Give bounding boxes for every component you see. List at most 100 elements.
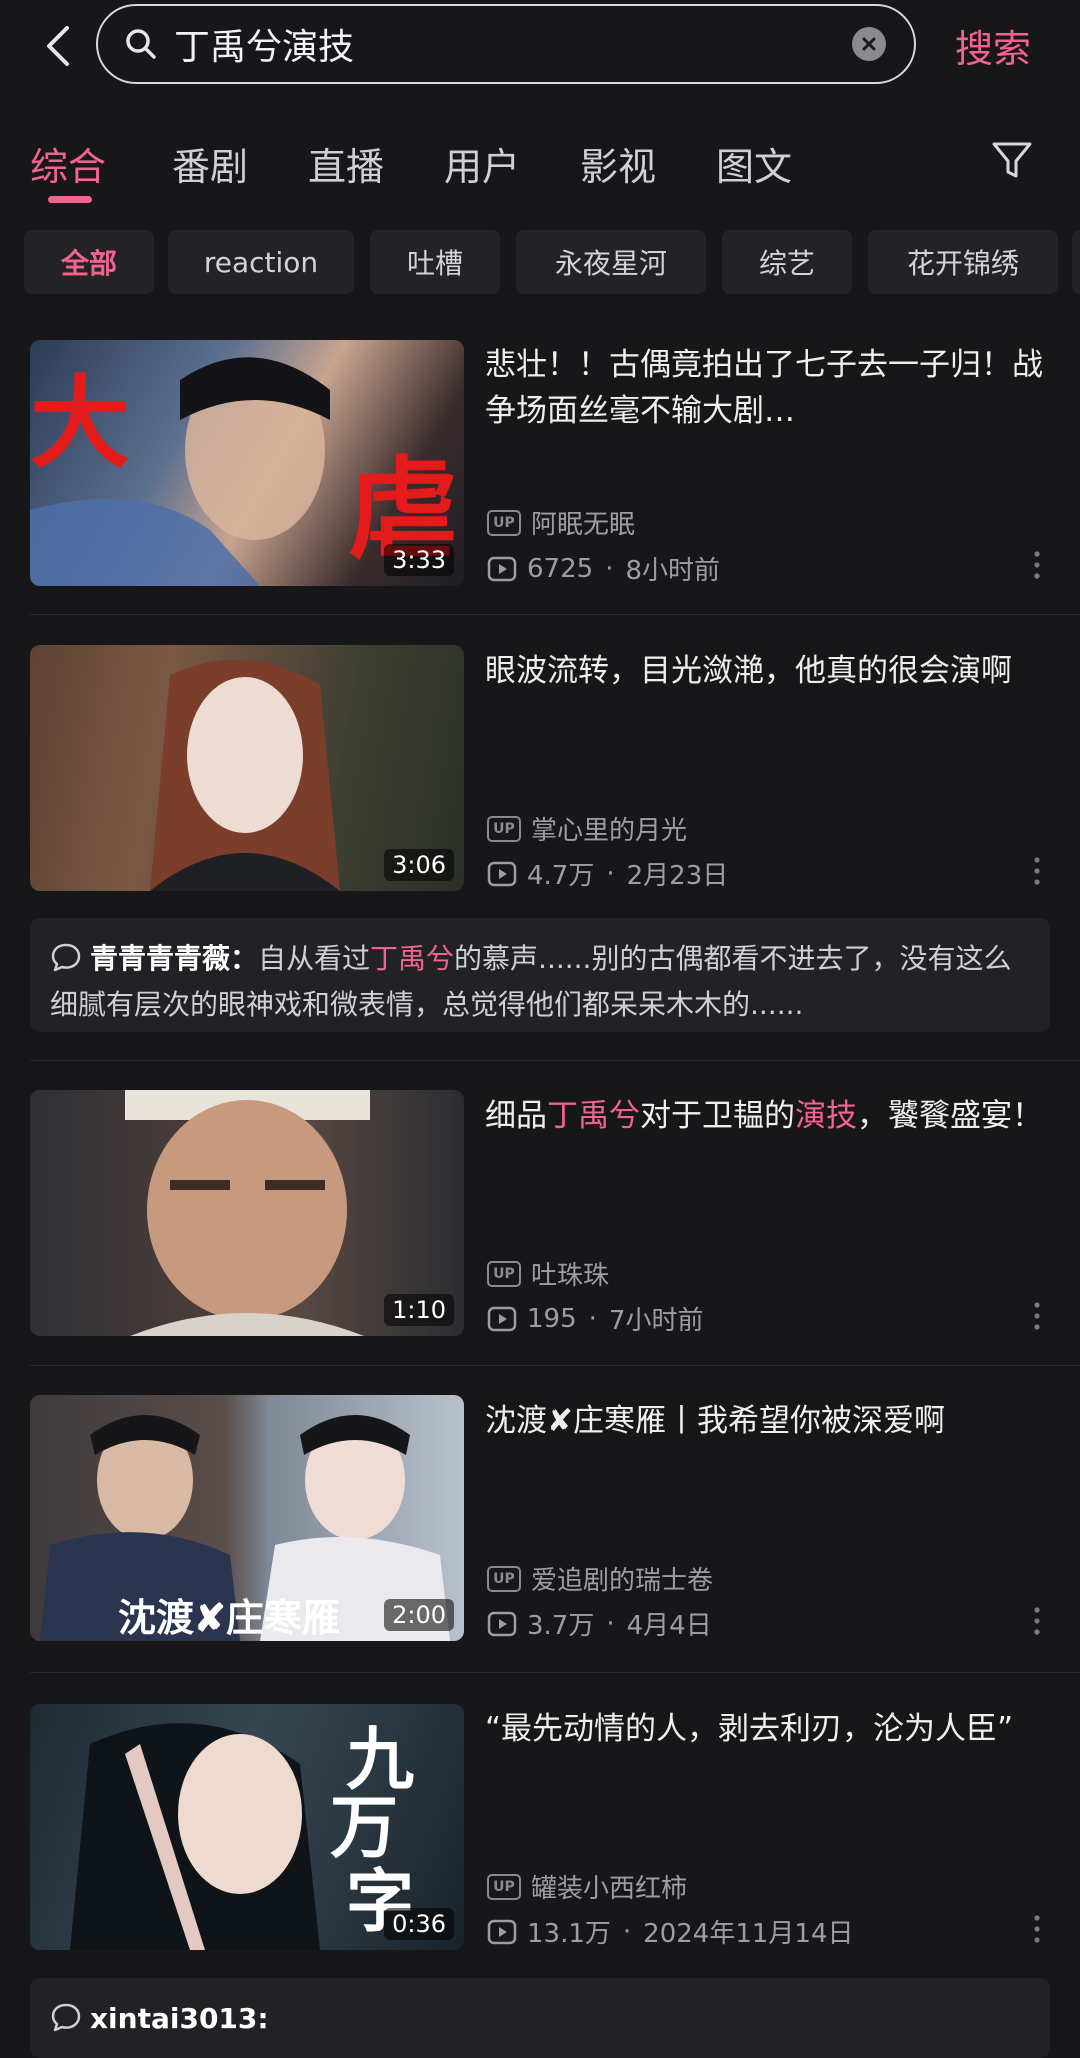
stats-row: 4.7万 · 2月23日 xyxy=(487,855,728,892)
play-count-icon xyxy=(487,556,517,581)
uploader-name[interactable]: 阿眠无眠 xyxy=(531,504,635,541)
view-count: 195 xyxy=(527,1303,577,1334)
play-count-icon xyxy=(487,1611,517,1636)
divider xyxy=(30,1672,1080,1673)
view-count: 3.7万 xyxy=(527,1611,595,1641)
search-input[interactable]: 丁禹兮演技 xyxy=(174,18,852,70)
duration-badge: 3:06 xyxy=(384,849,454,881)
uploader-row[interactable]: UP 掌心里的月光 xyxy=(487,810,687,847)
tab-comprehensive[interactable]: 综合 xyxy=(30,136,106,191)
up-badge: UP xyxy=(487,1260,521,1287)
duration-badge: 3:33 xyxy=(384,544,454,576)
up-badge: UP xyxy=(487,1565,521,1592)
play-count-icon xyxy=(487,1919,517,1944)
more-icon[interactable] xyxy=(1030,1914,1044,1944)
uploader-row[interactable]: UP 爱追剧的瑞士卷 xyxy=(487,1560,713,1597)
divider xyxy=(30,1365,1080,1366)
top-comment[interactable]: xintai3013: xyxy=(30,1978,1050,2058)
comment-author[interactable]: xintai3013: xyxy=(90,2002,269,2035)
tab-bangumi[interactable]: 番剧 xyxy=(172,136,248,191)
video-thumbnail[interactable]: 九 万 字 0:36 xyxy=(30,1704,464,1950)
play-count-icon xyxy=(487,861,517,886)
search-button[interactable]: 搜索 xyxy=(955,18,1031,73)
duration-badge: 0:36 xyxy=(384,1908,454,1940)
more-icon[interactable] xyxy=(1030,550,1044,580)
comment-icon xyxy=(51,943,81,972)
uploader-row[interactable]: UP 吐珠珠 xyxy=(487,1255,609,1292)
uploader-name[interactable]: 罐装小西红柿 xyxy=(531,1868,687,1905)
title-segment: ，饕餮盛宴！ xyxy=(857,1098,1043,1134)
more-icon[interactable] xyxy=(1030,1606,1044,1636)
chip-yongye[interactable]: 永夜星河 xyxy=(516,230,706,294)
comment-author[interactable]: 青青青青薇： xyxy=(90,942,258,975)
title-segment: 对于卫韫的 xyxy=(640,1098,795,1134)
tab-articles[interactable]: 图文 xyxy=(716,136,792,191)
separator-dot: · xyxy=(605,553,614,584)
comment-text: 自从看过 xyxy=(258,942,371,975)
uploader-row[interactable]: UP 罐装小西红柿 xyxy=(487,1868,687,1905)
chip-huakai[interactable]: 花开锦绣 xyxy=(868,230,1058,294)
video-thumbnail[interactable]: 3:06 xyxy=(30,645,464,891)
more-icon[interactable] xyxy=(1030,856,1044,886)
clear-icon[interactable] xyxy=(852,27,886,61)
chip-complaint[interactable]: 吐槽 xyxy=(370,230,500,294)
stats-row: 13.1万 · 2024年11月14日 xyxy=(487,1913,854,1950)
video-title[interactable]: 眼波流转，目光潋滟，他真的很会演啊 xyxy=(485,648,1055,694)
upload-date: 2月23日 xyxy=(626,861,729,891)
search-icon xyxy=(124,26,160,62)
video-thumbnail[interactable]: 1:10 xyxy=(30,1090,464,1336)
more-icon[interactable] xyxy=(1030,1301,1044,1331)
play-count-icon xyxy=(487,1306,517,1331)
view-count: 6725 xyxy=(527,553,594,584)
duration-badge: 2:00 xyxy=(384,1599,454,1631)
chip-variety[interactable]: 综艺 xyxy=(722,230,852,294)
chip-overflow xyxy=(1072,230,1080,294)
comment-icon xyxy=(51,2003,81,2032)
chip-reaction[interactable]: reaction xyxy=(168,230,354,294)
uploader-name[interactable]: 爱追剧的瑞士卷 xyxy=(531,1560,713,1597)
stats-row: 195 · 7小时前 xyxy=(487,1300,703,1337)
stats-row: 3.7万 · 4月4日 xyxy=(487,1605,712,1642)
up-badge: UP xyxy=(487,815,521,842)
uploader-row[interactable]: UP 阿眠无眠 xyxy=(487,504,635,541)
uploader-name[interactable]: 掌心里的月光 xyxy=(531,810,687,847)
divider xyxy=(30,1060,1080,1061)
thumbnail-text: 大 xyxy=(30,364,130,482)
duration-badge: 1:10 xyxy=(384,1294,454,1326)
separator-dot: · xyxy=(622,1916,632,1947)
active-tab-indicator xyxy=(48,196,92,203)
tab-live[interactable]: 直播 xyxy=(308,136,384,191)
up-badge: UP xyxy=(487,1873,521,1900)
uploader-name[interactable]: 吐珠珠 xyxy=(531,1255,609,1292)
back-button[interactable] xyxy=(30,18,86,74)
divider xyxy=(30,614,1080,615)
title-segment: 细品 xyxy=(485,1098,547,1134)
tab-film[interactable]: 影视 xyxy=(580,136,656,191)
video-title[interactable]: “最先动情的人，剥去利刃，沦为人臣” xyxy=(485,1706,1055,1752)
up-badge: UP xyxy=(487,509,521,536)
chip-all[interactable]: 全部 xyxy=(24,230,154,294)
view-count: 13.1万 xyxy=(527,1919,611,1949)
video-title[interactable]: 悲壮！！古偶竟拍出了七子去一子归！战争场面丝毫不输大剧… xyxy=(485,342,1055,434)
title-highlight: 演技 xyxy=(795,1098,857,1134)
tab-users[interactable]: 用户 xyxy=(444,136,520,191)
video-title[interactable]: 细品丁禹兮对于卫韫的演技，饕餮盛宴！ xyxy=(485,1093,1055,1139)
comment-highlight: 丁禹兮 xyxy=(370,942,455,975)
upload-date: 4月4日 xyxy=(626,1611,712,1641)
video-thumbnail[interactable]: 大 虐 3:33 xyxy=(30,340,464,586)
search-bar[interactable]: 丁禹兮演技 xyxy=(96,4,916,84)
view-count: 4.7万 xyxy=(527,861,595,891)
video-thumbnail[interactable]: 沈渡✘庄寒雁 2:00 xyxy=(30,1395,464,1641)
separator-dot: · xyxy=(606,1608,615,1639)
video-title[interactable]: 沈渡✘庄寒雁丨我希望你被深爱啊 xyxy=(485,1398,1055,1444)
upload-date: 2024年11月14日 xyxy=(643,1919,854,1949)
separator-dot: · xyxy=(588,1303,597,1334)
separator-dot: · xyxy=(606,858,615,889)
filter-icon[interactable] xyxy=(990,138,1034,182)
top-comment[interactable]: 青青青青薇：自从看过丁禹兮的慕声......别的古偶都看不进去了，没有这么细腻有… xyxy=(30,918,1050,1032)
title-highlight: 丁禹兮 xyxy=(547,1098,640,1134)
upload-date: 7小时前 xyxy=(608,1306,704,1336)
chevron-left-icon xyxy=(47,26,69,66)
thumbnail-caption: 沈渡✘庄寒雁 xyxy=(118,1595,340,1640)
stats-row: 6725 · 8小时前 xyxy=(487,550,720,587)
